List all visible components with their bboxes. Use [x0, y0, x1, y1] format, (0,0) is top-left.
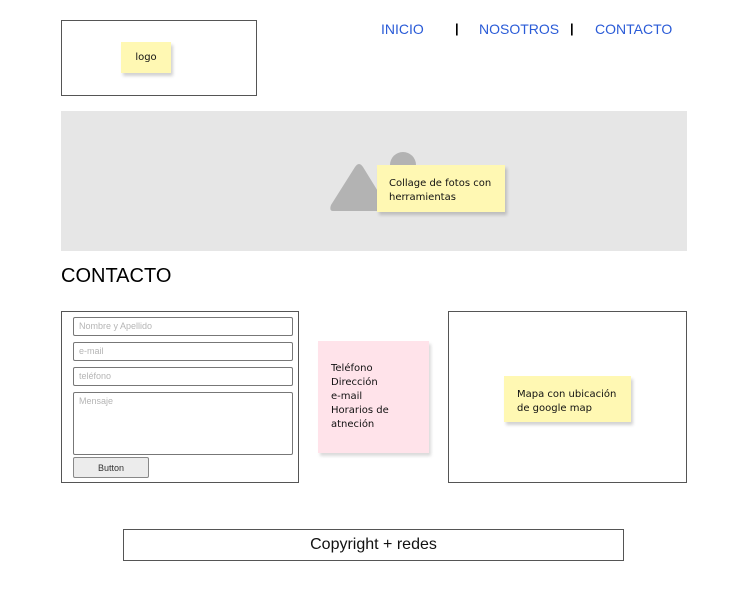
nav-separator: |: [570, 21, 574, 36]
map-note-line: de google map: [517, 403, 592, 414]
email-input[interactable]: e-mail: [73, 342, 293, 361]
contact-info-line: Horarios de: [331, 405, 389, 416]
contact-info-note: Teléfono Dirección e-mail Horarios de at…: [318, 341, 429, 453]
submit-button[interactable]: Button: [73, 457, 149, 478]
logo-note-text: logo: [135, 52, 157, 63]
nav-link-contacto[interactable]: CONTACTO: [595, 21, 672, 37]
contact-info-line: atneción: [331, 419, 375, 430]
footer-text: Copyright + redes: [310, 536, 437, 553]
map-note-line: Mapa con ubicación: [517, 389, 617, 400]
hero-note: Collage de fotos con herramientas: [377, 165, 505, 212]
name-input[interactable]: Nombre y Apellido: [73, 317, 293, 336]
nav-link-nosotros[interactable]: NOSOTROS: [479, 21, 559, 37]
contact-info-line: Dirección: [331, 377, 378, 388]
hero-note-line: Collage de fotos con: [389, 178, 492, 189]
contact-info-line: Teléfono: [331, 363, 373, 374]
contact-info-line: e-mail: [331, 391, 363, 402]
contact-heading: CONTACTO: [61, 265, 172, 287]
logo-note: logo: [121, 42, 171, 73]
hero-note-line: herramientas: [389, 192, 456, 203]
map-note: Mapa con ubicación de google map: [504, 376, 631, 422]
footer: Copyright + redes: [123, 529, 624, 561]
nav-separator: |: [455, 21, 459, 36]
nav-link-inicio[interactable]: INICIO: [381, 21, 424, 37]
message-textarea[interactable]: Mensaje: [73, 392, 293, 455]
phone-input[interactable]: teléfono: [73, 367, 293, 386]
